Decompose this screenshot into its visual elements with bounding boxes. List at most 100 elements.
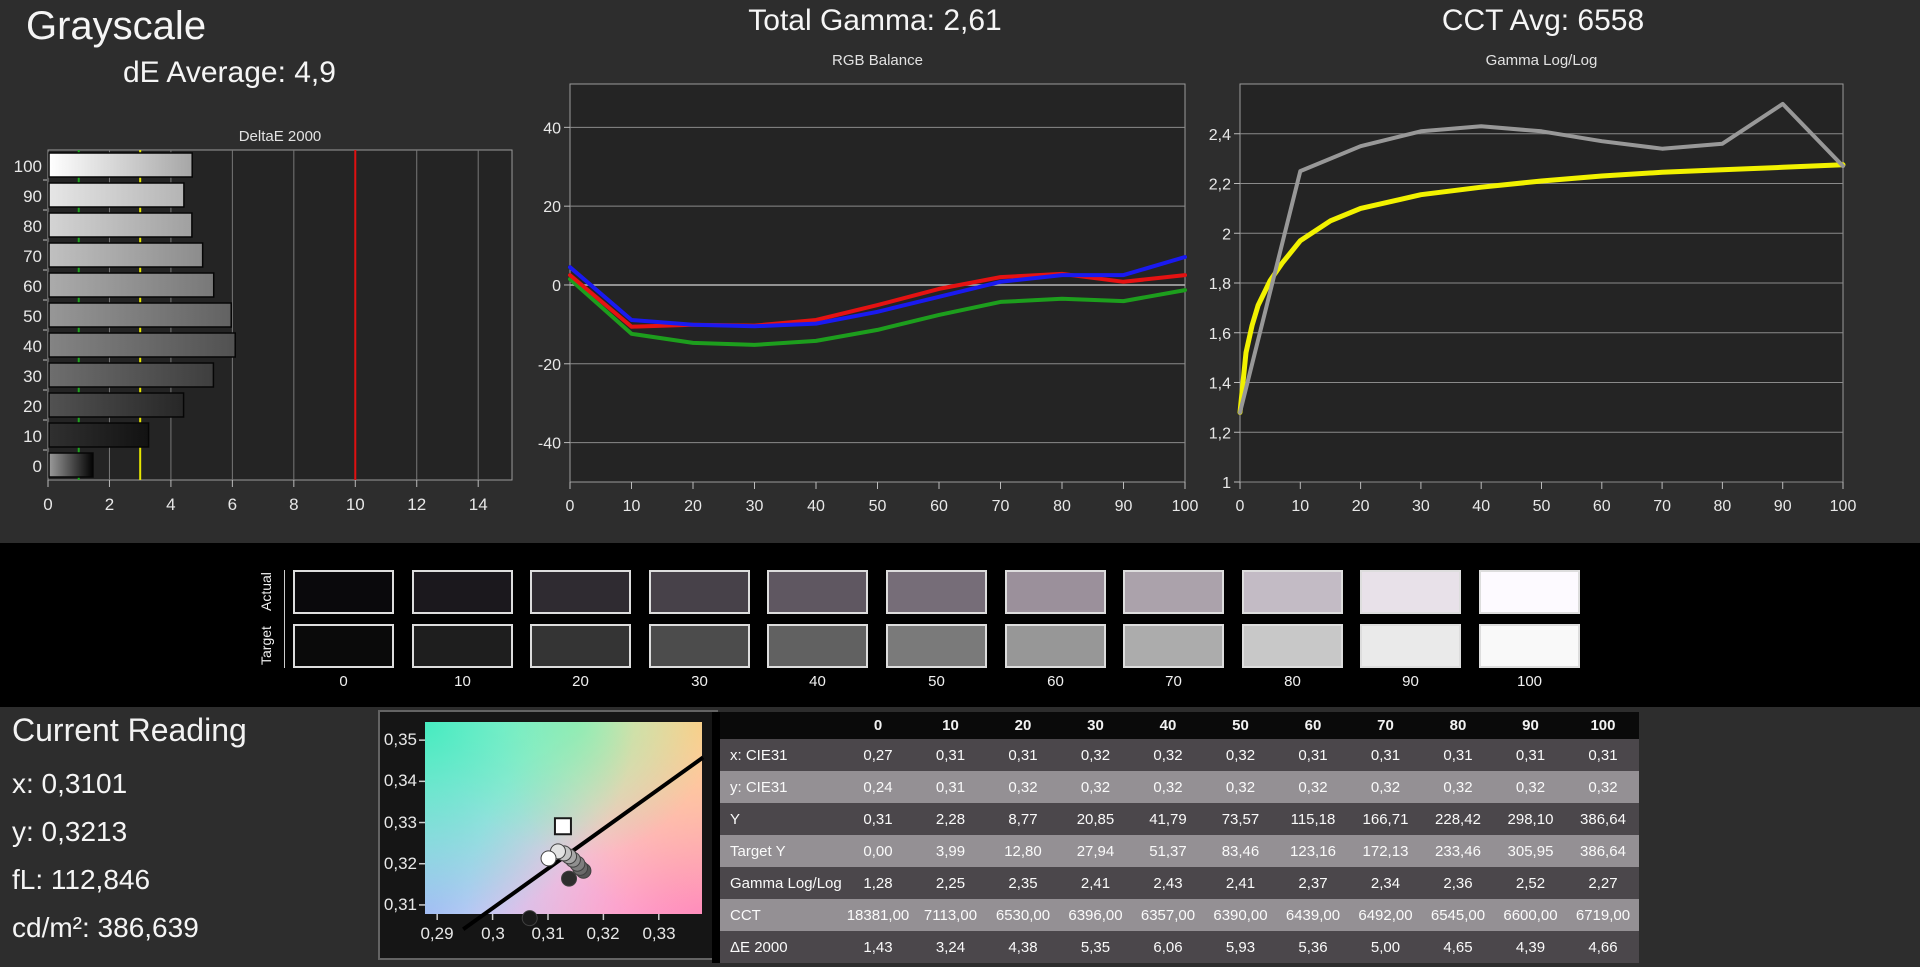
table-row: Target Y 0,00 3,99 12,80 27,94 51,37 83,46 123,… [720, 835, 1640, 867]
svg-text:0: 0 [566, 498, 575, 515]
table-value-cell: 3,99 [914, 835, 987, 867]
svg-text:20: 20 [543, 199, 561, 216]
svg-text:1,4: 1,4 [1209, 376, 1231, 393]
table-value-cell: 228,42 [1421, 803, 1495, 835]
table-row: CCT 18381,00 7113,00 6530,00 6396,00 6357,00 6… [720, 899, 1640, 931]
cie-x-tick: 0,33 [642, 924, 676, 943]
reading-x: x: 0,3101 [12, 768, 128, 799]
table-value-cell: 2,37 [1276, 867, 1350, 899]
table-header-cell: 30 [1059, 712, 1132, 739]
svg-text:70: 70 [992, 498, 1010, 515]
svg-text:10: 10 [1291, 498, 1309, 515]
table-value-cell: 5,36 [1276, 931, 1350, 963]
table-value-cell: 0,24 [841, 771, 915, 803]
swatch-row-label-target: Target [258, 626, 274, 666]
reading-fl: fL: 112,846 [12, 864, 151, 895]
svg-text:90: 90 [23, 187, 42, 206]
svg-text:0: 0 [552, 278, 561, 295]
table-value-cell: 2,36 [1421, 867, 1495, 899]
deltae-bar-chart: 0 2 4 6 8 10 12 141009080706050403020100 [14, 149, 513, 514]
table-row: Y 0,31 2,28 8,77 20,85 41,79 73,57 115,18 166,71… [720, 803, 1640, 835]
svg-text:80: 80 [1714, 498, 1732, 515]
charts-panel: Grayscale dE Average: 4,9 Total Gamma: 2… [0, 0, 1920, 543]
target-swatch-90 [1360, 624, 1461, 668]
table-value-cell: 0,32 [986, 771, 1060, 803]
table-header-cell: 90 [1494, 712, 1567, 739]
table-value-cell: 4,66 [1566, 931, 1640, 963]
table-value-cell: 2,41 [1059, 867, 1132, 899]
table-row: Gamma Log/Log 1,28 2,25 2,35 2,41 2,43 2,41 2,3… [720, 867, 1640, 899]
table-value-cell: 386,64 [1566, 803, 1640, 835]
svg-text:50: 50 [869, 498, 887, 515]
table-value-cell: 0,32 [1131, 771, 1205, 803]
table-value-cell: 233,46 [1421, 835, 1495, 867]
svg-text:4: 4 [166, 495, 175, 514]
svg-text:6: 6 [228, 495, 237, 514]
rgb-balance-chart-title: RGB Balance [832, 52, 923, 69]
table-value-cell: 2,27 [1566, 867, 1640, 899]
target-swatch-30 [649, 624, 750, 668]
svg-text:8: 8 [289, 495, 298, 514]
swatch-step-label: 40 [809, 673, 826, 690]
swatch-step-label: 20 [572, 673, 589, 690]
swatch-axis-line [284, 570, 285, 668]
table-value-cell: 8,77 [986, 803, 1060, 835]
table-value-cell: 3,24 [914, 931, 987, 963]
table-value-cell: 2,35 [986, 867, 1060, 899]
cie-y-tick: 0,34 [383, 771, 417, 790]
gamma-loglog-chart: 1 1,2 1,4 1,6 1,8 2 2,2 2,4 0 10 20 30 40 50 60 70 80 90 1… [1209, 83, 1856, 515]
svg-text:12: 12 [407, 495, 426, 514]
svg-text:1,8: 1,8 [1209, 276, 1231, 293]
table-value-cell: 6390,00 [1204, 899, 1277, 931]
table-value-cell: 41,79 [1131, 803, 1205, 835]
table-value-cell: 0,31 [841, 803, 915, 835]
swatch-step-label: 10 [454, 673, 471, 690]
cie-x-tick: 0,31 [531, 924, 565, 943]
table-value-cell: 6530,00 [986, 899, 1060, 931]
table-value-cell: 7113,00 [914, 899, 987, 931]
swatch-step-label: 0 [339, 673, 348, 690]
table-value-cell: 0,32 [1204, 739, 1277, 771]
table-value-cell: 6600,00 [1494, 899, 1567, 931]
actual-swatch-30 [649, 570, 750, 614]
total-gamma-value: Total Gamma: 2,61 [748, 4, 1002, 37]
table-value-cell: 0,32 [1131, 739, 1205, 771]
actual-swatch-60 [1005, 570, 1106, 614]
reading-cdm2: cd/m²: 386,639 [12, 912, 199, 943]
table-value-cell: 6439,00 [1276, 899, 1350, 931]
table-value-cell: 0,32 [1059, 739, 1132, 771]
actual-swatch-0 [293, 570, 394, 614]
table-header-cell: 70 [1349, 712, 1422, 739]
target-swatch-40 [767, 624, 868, 668]
swatch-step-label: 30 [691, 673, 708, 690]
svg-text:90: 90 [1774, 498, 1792, 515]
table-row-label: Gamma Log/Log [720, 867, 842, 899]
target-swatch-100 [1479, 624, 1580, 668]
svg-text:70: 70 [1653, 498, 1671, 515]
svg-text:0: 0 [33, 457, 42, 476]
target-swatch-20 [530, 624, 631, 668]
table-value-cell: 0,31 [1494, 739, 1567, 771]
table-value-cell: 0,31 [914, 771, 987, 803]
table-value-cell: 6719,00 [1566, 899, 1640, 931]
svg-text:100: 100 [1830, 498, 1857, 515]
svg-text:50: 50 [1533, 498, 1551, 515]
svg-text:10: 10 [623, 498, 641, 515]
cie-x-tick: 0,29 [420, 924, 454, 943]
table-value-cell: 27,94 [1059, 835, 1132, 867]
table-value-cell: 0,32 [1059, 771, 1132, 803]
table-value-cell: 2,52 [1494, 867, 1567, 899]
current-reading-title: Current Reading [12, 712, 247, 748]
swatch-step-label: 50 [928, 673, 945, 690]
cie-x-tick: 0,32 [586, 924, 620, 943]
svg-text:10: 10 [346, 495, 365, 514]
cie-chromaticity-chart: 0,35 0,34 0,33 0,32 0,31 0,29 0,3 0,31 0,32 0,33 [378, 710, 718, 960]
table-row-label: CCT [720, 899, 842, 931]
table-value-cell: 2,41 [1204, 867, 1277, 899]
target-swatch-80 [1242, 624, 1343, 668]
actual-swatch-100 [1479, 570, 1580, 614]
target-swatch-0 [293, 624, 394, 668]
table-value-cell: 5,00 [1349, 931, 1422, 963]
table-value-cell: 20,85 [1059, 803, 1132, 835]
swatch-step-label: 60 [1047, 673, 1064, 690]
